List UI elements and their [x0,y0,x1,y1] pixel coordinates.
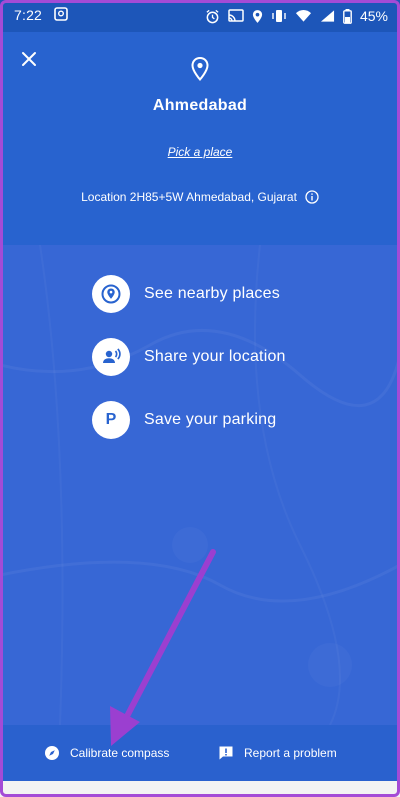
see-nearby-places-button[interactable]: See nearby places [92,275,280,313]
action-label: Save your parking [144,411,277,428]
location-target-icon [101,284,121,304]
map-background [0,245,400,725]
location-row: Location 2H85+5W Ahmedabad, Gujarat [0,190,400,204]
alarm-icon [206,9,219,23]
parking-icon: P [92,401,130,439]
place-title: Ahmedabad [152,97,248,114]
parking-glyph: P [105,411,117,428]
status-time: 7:22 [14,7,43,23]
battery-icon [343,8,352,24]
calibrate-compass-button[interactable]: Calibrate compass [44,725,169,781]
close-button[interactable] [14,44,44,74]
pick-a-place-link[interactable]: Pick a place [0,145,400,159]
close-icon [22,52,36,66]
cast-icon [228,9,244,22]
screen: 7:22 45% Ahmedabad Pick a place Location… [0,0,400,797]
place-header: Ahmedabad Pick a place Location 2H85+5W … [0,32,400,245]
bottom-bar: Calibrate compass Report a problem [0,725,400,781]
action-label: See nearby places [144,285,280,302]
share-icon-circle [92,338,130,376]
map-overlay: See nearby places Share your location P … [0,245,400,725]
status-icons: 45% [205,6,388,26]
wifi-icon [295,9,312,22]
location-status-icon [252,9,263,23]
vibrate-icon [272,10,286,22]
location-pin-icon [191,56,209,82]
location-code: Location 2H85+5W Ahmedabad, Gujarat [81,190,297,204]
status-bar: 7:22 45% [0,0,400,32]
nearby-icon-circle [92,275,130,313]
report-a-problem-button[interactable]: Report a problem [218,725,337,781]
info-icon[interactable] [305,190,319,204]
save-your-parking-button[interactable]: P Save your parking [92,401,276,439]
compass-icon [45,746,59,760]
action-label: Share your location [144,348,286,365]
calibrate-compass-label: Calibrate compass [70,746,170,760]
gallery-notification-icon [54,7,68,21]
signal-icon [320,10,335,22]
system-nav-strip [0,781,400,797]
share-your-location-button[interactable]: Share your location [92,338,286,376]
report-a-problem-label: Report a problem [244,746,337,760]
feedback-icon [219,746,233,760]
battery-percent: 45% [359,8,388,24]
share-location-person-icon [103,348,121,363]
